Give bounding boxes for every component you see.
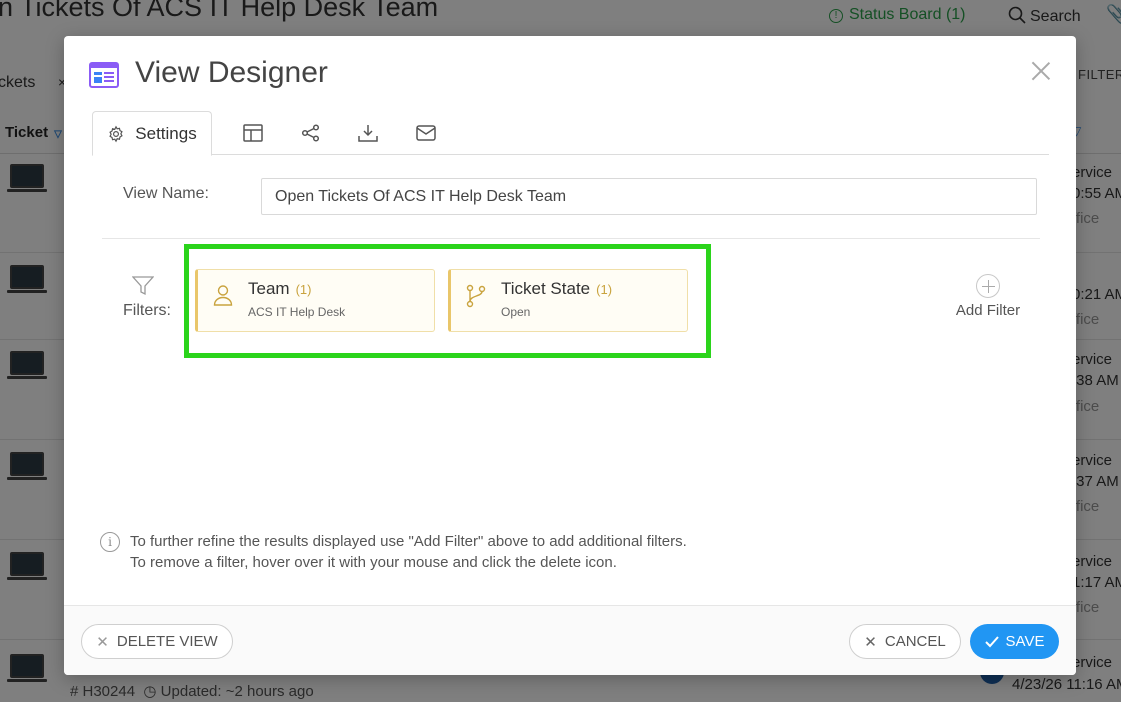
view-designer-dialog: View Designer Settings View Name: Filter… — [64, 36, 1076, 675]
tab-settings[interactable]: Settings — [92, 111, 212, 156]
gear-icon — [109, 125, 123, 142]
save-label: SAVE — [1005, 633, 1045, 650]
filter-count: (1) — [596, 282, 613, 297]
close-icon: ✕ — [864, 633, 877, 651]
section-divider — [102, 238, 1040, 239]
tab-download[interactable] — [343, 111, 393, 155]
columns-icon — [243, 124, 263, 142]
dialog-tabs: Settings — [92, 111, 1049, 156]
save-button[interactable]: SAVE — [970, 624, 1059, 659]
filter-count: (1) — [295, 282, 312, 297]
filter-chip-title: Team (1) — [248, 279, 311, 299]
view-designer-icon — [89, 62, 119, 88]
filters-label: Filters: — [123, 302, 171, 319]
dialog-footer: ✕ DELETE VIEW ✕ CANCEL SAVE — [64, 605, 1076, 675]
add-filter-button[interactable]: Add Filter — [949, 274, 1027, 319]
cancel-button[interactable]: ✕ CANCEL — [849, 624, 961, 659]
tab-share[interactable] — [286, 111, 336, 155]
dialog-header: View Designer — [64, 36, 1076, 111]
filter-title-text: Team — [248, 279, 290, 298]
filter-chip-value: Open — [501, 305, 531, 319]
plus-circle-icon — [976, 274, 1000, 298]
tab-settings-label: Settings — [135, 123, 197, 143]
cancel-label: CANCEL — [884, 633, 946, 650]
close-icon: ✕ — [96, 633, 109, 651]
dialog-title: View Designer — [135, 56, 328, 89]
tab-email[interactable] — [401, 111, 451, 155]
delete-view-label: DELETE VIEW — [116, 633, 218, 650]
info-icon: i — [100, 532, 120, 552]
share-icon — [301, 124, 320, 142]
filter-chip-team[interactable]: Team (1) ACS IT Help Desk — [195, 269, 435, 332]
filter-chip-title: Ticket State (1) — [501, 279, 612, 299]
branch-icon — [466, 284, 486, 308]
view-name-label: View Name: — [123, 185, 209, 202]
filter-title-text: Ticket State — [501, 279, 591, 298]
add-filter-label: Add Filter — [955, 302, 1021, 319]
info-text: To further refine the results displayed … — [130, 533, 687, 550]
tab-columns[interactable] — [228, 111, 278, 155]
user-icon — [213, 285, 233, 306]
close-icon[interactable] — [1030, 60, 1052, 82]
filter-chip-value: ACS IT Help Desk — [248, 305, 346, 319]
funnel-icon — [132, 276, 154, 296]
delete-view-button[interactable]: ✕ DELETE VIEW — [81, 624, 233, 659]
download-icon — [358, 125, 378, 142]
email-icon — [416, 125, 436, 141]
info-text: To remove a filter, hover over it with y… — [130, 554, 617, 571]
checkmark-icon — [984, 635, 999, 647]
view-name-input[interactable] — [261, 178, 1037, 215]
filter-chip-ticket-state[interactable]: Ticket State (1) Open — [448, 269, 688, 332]
